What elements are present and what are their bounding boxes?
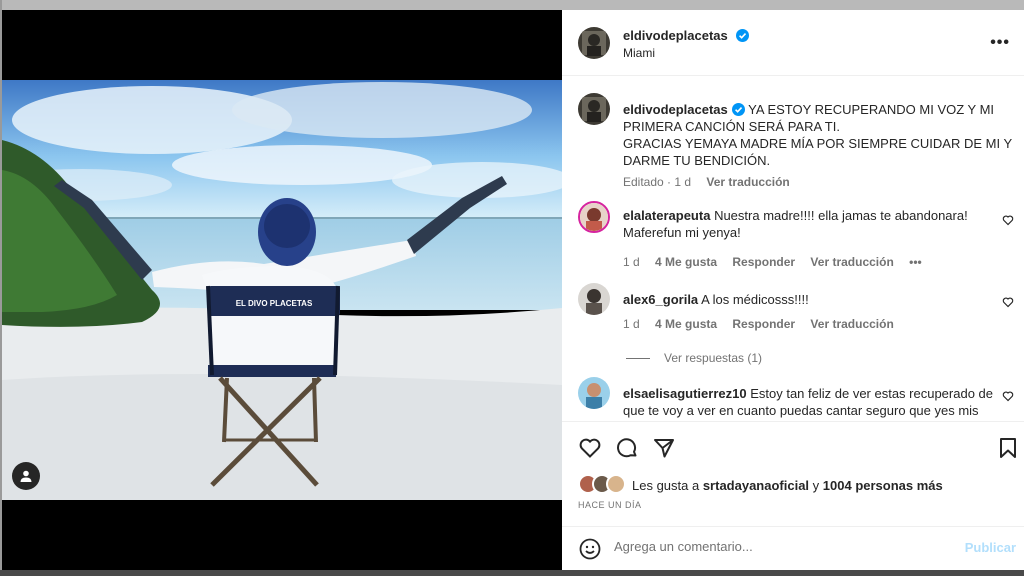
heart-icon[interactable] [1002,214,1014,226]
comment-line-1: Nuestra madre!!!! ella jamas te abandona… [714,208,968,223]
share-icon[interactable] [652,436,676,460]
chair-back-text: EL DIVO PLACETAS [236,299,313,308]
likes-summary[interactable]: Les gusta a srtadayanaoficial y 1004 per… [632,478,943,493]
commenter-avatar[interactable] [578,377,610,409]
heart-icon[interactable] [1002,390,1014,402]
caption-line-4: DARME TU BENDICIÓN. [623,153,771,168]
more-options-button[interactable]: ••• [990,34,1010,52]
reply-button[interactable]: Responder [732,317,795,331]
commenter-avatar-image [578,283,610,315]
user-tag-icon [20,470,32,482]
comment-translate-link[interactable]: Ver traducción [810,255,893,269]
comment-options-icon[interactable]: ••• [909,255,922,269]
caption-line-2: PRIMERA CANCIÓN SERÁ PARA TI. [623,119,840,134]
replies-divider-line [626,358,650,360]
post-location[interactable]: Miami [623,46,655,60]
comment-line-2: Maferefun mi yenya! [623,225,741,240]
post-side-panel: eldivodeplacetas Miami ••• eldivodeplace… [562,10,1024,570]
likes-user[interactable]: srtadayanaoficial [703,478,809,493]
comment-age: 1 d [623,255,640,269]
commenter-username[interactable]: alex6_gorila [623,292,698,307]
bookmark-icon[interactable] [996,436,1020,460]
likes-prefix: Les gusta a [632,478,703,493]
commenter-avatar[interactable] [578,283,610,315]
comment-text: elsaelisagutierrez10 Estoy tan feliz de … [623,385,993,419]
add-comment-bar: Publicar [562,526,1024,570]
comment-text: elalaterapeuta Nuestra madre!!!! ella ja… [623,207,993,241]
window-bottom-edge [0,570,1024,576]
commenter-avatar[interactable] [578,201,610,233]
caption-avatar-image [578,93,610,125]
author-avatar[interactable] [578,27,610,59]
author-username[interactable]: eldivodeplacetas [623,28,728,43]
emoji-icon[interactable] [578,537,602,561]
comment-text: alex6_gorila A los médicosss!!!! [623,291,993,308]
comment-meta: 1 d 4 Me gusta Responder Ver traducción … [623,255,934,269]
view-replies-button[interactable]: Ver respuestas (1) [626,351,762,365]
verified-icon [731,103,745,116]
post-actions: Les gusta a srtadayanaoficial y 1004 per… [562,421,1024,531]
commenter-avatar-image [580,203,608,231]
caption-username[interactable]: eldivodeplacetas [623,102,728,117]
caption-meta: Editado · 1 d Ver traducción [623,175,802,189]
likes-middle: y [809,478,823,493]
publish-button[interactable]: Publicar [965,540,1016,555]
liker-avatar [606,474,626,494]
caption-line-3: GRACIAS YEMAYA MADRE MÍA POR SIEMPRE CUI… [623,136,1013,151]
comment-likes[interactable]: 4 Me gusta [655,255,717,269]
window-top-bar [0,0,1024,10]
more-options-icon: ••• [990,34,1010,51]
comments-list: eldivodeplacetas YA ESTOY RECUPERANDO MI… [562,77,1024,420]
caption-text: eldivodeplacetas YA ESTOY RECUPERANDO MI… [623,101,1013,169]
commenter-username[interactable]: elalaterapeuta [623,208,710,223]
reply-button[interactable]: Responder [732,255,795,269]
comment-icon[interactable] [615,436,639,460]
post-header: eldivodeplacetas Miami ••• [562,10,1024,76]
caption-author-avatar[interactable] [578,93,610,125]
comment-age: 1 d [623,317,640,331]
author-avatar-image [578,27,610,59]
post-media-pane: EL DIVO PLACETAS [2,10,562,570]
user-tag-button[interactable] [12,462,40,490]
post-photo[interactable]: EL DIVO PLACETAS [2,80,562,500]
view-replies-label: Ver respuestas (1) [664,351,763,365]
verified-icon [736,29,750,42]
beach-photo-image: EL DIVO PLACETAS [2,80,562,500]
comment-line-1: A los médicosss!!!! [701,292,809,307]
heart-icon[interactable] [1002,296,1014,308]
liked-by-avatars [578,474,630,494]
comment-translate-link[interactable]: Ver traducción [810,317,893,331]
comment-meta: 1 d 4 Me gusta Responder Ver traducción [623,317,906,331]
comment-input[interactable] [614,539,954,554]
like-heart-icon[interactable] [578,436,602,460]
edited-label: Editado · 1 d [623,175,692,189]
comment-likes[interactable]: 4 Me gusta [655,317,717,331]
commenter-avatar-image [578,377,610,409]
likes-count[interactable]: 1004 personas más [823,478,943,493]
comment-line-2: que te voy a ver en cuanto puedas cantar… [623,403,979,418]
caption-line-1: YA ESTOY RECUPERANDO MI VOZ Y MI [748,102,995,117]
comment-line-1: Estoy tan feliz de ver estas recuperado … [750,386,994,401]
post-timestamp: HACE UN DÍA [578,500,642,510]
caption-translate-link[interactable]: Ver traducción [706,175,789,189]
commenter-username[interactable]: elsaelisagutierrez10 [623,386,747,401]
